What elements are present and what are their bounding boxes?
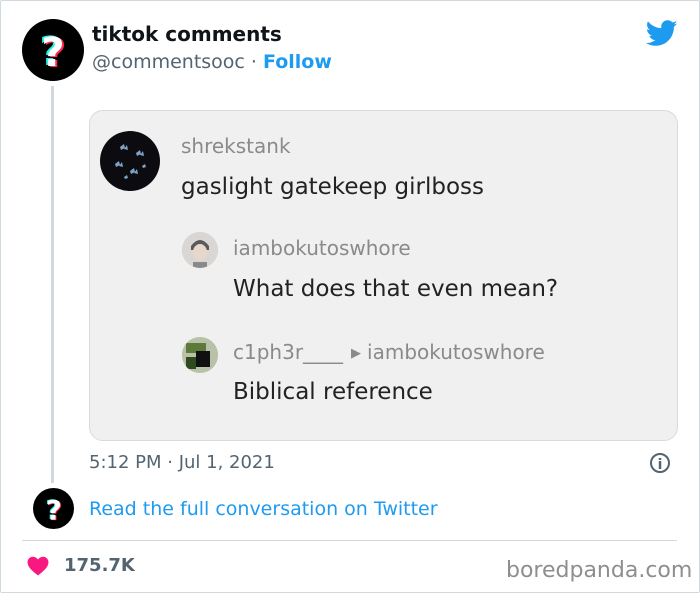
question-mark-icon: ? ? ? [39,29,66,74]
question-mark-icon: ? ? ? [45,495,63,525]
twitter-bird-icon[interactable] [646,20,678,47]
reply1-avatar [182,232,218,268]
author-name[interactable]: tiktok comments [92,22,282,46]
butterflies-icon [115,144,146,179]
like-count: 175.7K [64,555,135,576]
tweet-timestamp[interactable]: 5:12 PM · Jul 1, 2021 [89,452,275,473]
author-avatar[interactable]: ? ? ? [22,19,84,81]
reply2-text: Biblical reference [233,379,433,405]
read-full-conversation-link[interactable]: Read the full conversation on Twitter [89,498,438,520]
separator-dot: · [250,51,257,73]
svg-text:?: ? [41,30,64,74]
follow-button[interactable]: Follow [263,51,332,73]
comment-username: shrekstank [181,134,291,158]
comment-avatar-shrekstank [100,131,160,191]
author-handle-line: @commentsooc · Follow [92,51,332,73]
person-avatar-icon [182,232,218,268]
reply2-reply-to: iambokutoswhore [367,340,545,364]
reply1-text: What does that even mean? [233,276,559,302]
svg-text:?: ? [46,495,62,525]
tiktok-screenshot: shrekstank gaslight gatekeep girlboss ia… [89,110,678,441]
author-handle[interactable]: @commentsooc [92,51,245,73]
reply1-username: iambokutoswhore [233,236,411,260]
reply-arrow-icon: ▶ [351,346,362,361]
thread-line [51,86,54,483]
author-avatar-small[interactable]: ? ? ? [33,488,74,529]
reply2-header: c1ph3r____ ▶ iambokutoswhore [233,340,545,364]
reply2-avatar [182,337,218,373]
boredpanda-watermark: boredpanda.com [506,558,693,583]
divider [22,540,677,541]
comment-text: gaslight gatekeep girlboss [181,174,485,200]
pixel-avatar-icon [182,337,218,373]
heart-icon[interactable] [27,556,49,576]
info-icon[interactable]: i [650,453,670,473]
reply2-username: c1ph3r____ [233,340,344,364]
